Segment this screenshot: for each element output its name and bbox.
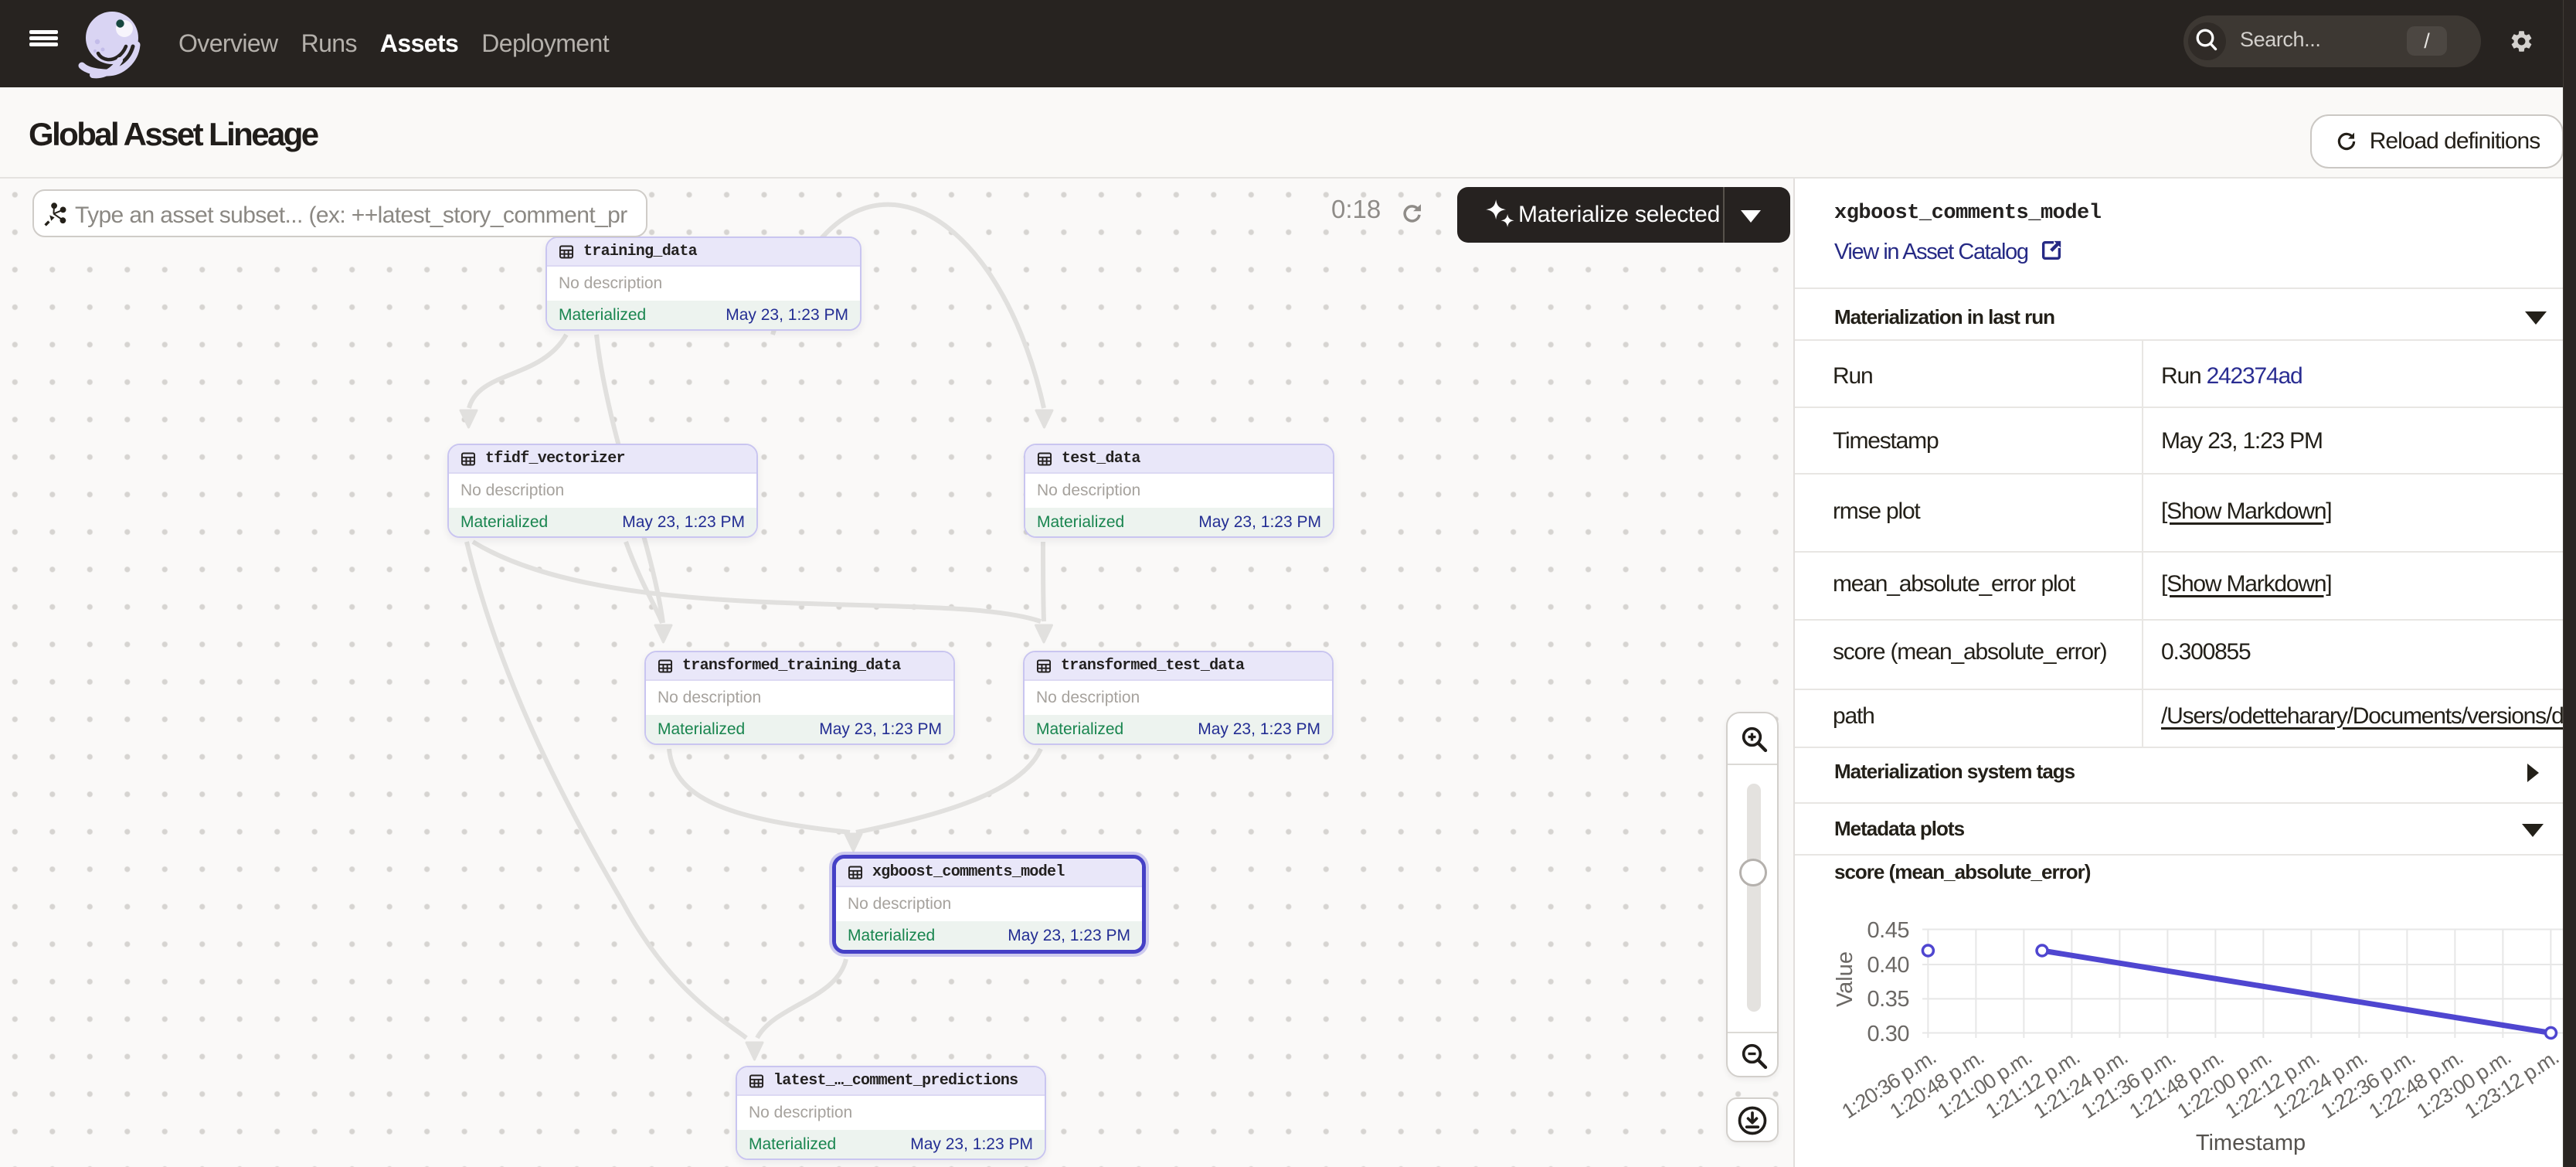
svg-text:Timestamp: Timestamp [2196,1131,2306,1155]
svg-text:0.35: 0.35 [1867,987,1909,1012]
svg-text:0.30: 0.30 [1867,1022,1909,1046]
svg-text:0.40: 0.40 [1867,953,1909,978]
svg-text:Value: Value [1833,951,1857,1007]
svg-text:0.45: 0.45 [1867,918,1909,943]
